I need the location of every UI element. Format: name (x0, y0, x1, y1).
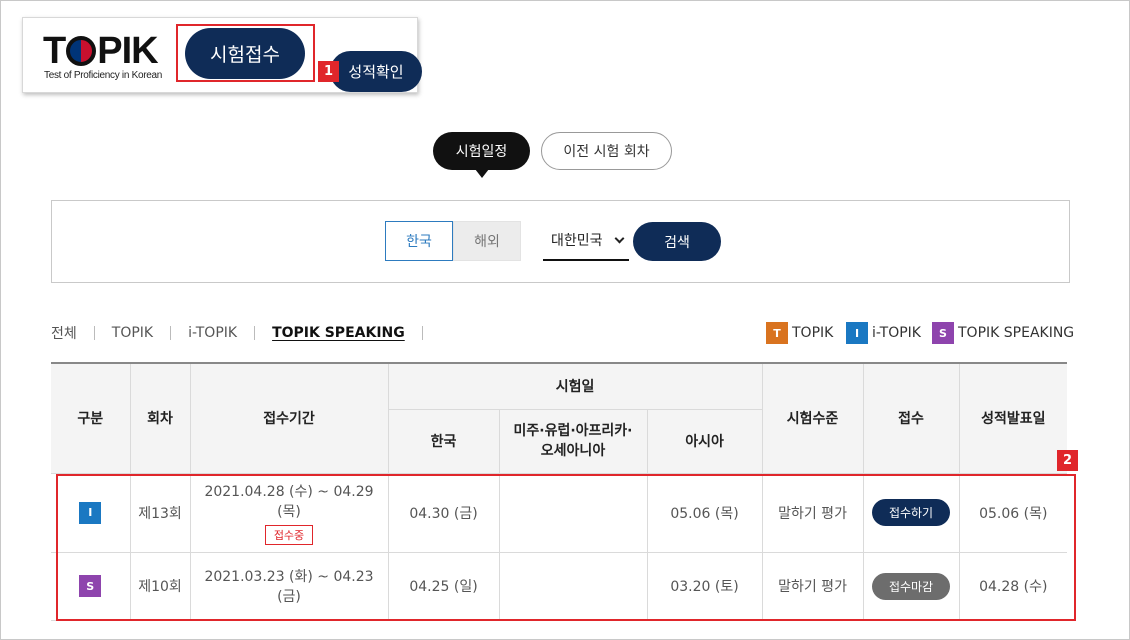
callout-badge-1: 1 (318, 61, 339, 82)
topik-logo[interactable]: T PIK Test of Proficiency in Korean (43, 31, 178, 83)
col-header-type: 구분 (51, 362, 131, 474)
exam-type-filters: 전체 TOPIK i-TOPIK TOPIK SPEAKING (51, 322, 440, 344)
legend-label: TOPIK SPEAKING (958, 325, 1075, 341)
filter-divider (170, 326, 172, 340)
col-header-exam-date: 시험일 (387, 362, 763, 410)
filter-divider (93, 326, 95, 340)
country-select[interactable]: 대한민국 (543, 221, 629, 261)
search-panel: 한국 해외 대한민국 검색 (51, 200, 1070, 283)
tab-pointer-icon (475, 169, 489, 178)
topik-speaking-type-icon: S (932, 322, 954, 344)
col-header-register: 접수 (862, 362, 960, 474)
logo-subtitle: Test of Proficiency in Korean (44, 70, 163, 81)
col-header-asia: 아시아 (646, 408, 763, 474)
callout-box-2 (56, 474, 1076, 621)
region-abroad-toggle[interactable]: 해외 (453, 221, 521, 261)
col-header-level: 시험수준 (761, 362, 864, 474)
legend-label: TOPIK (792, 325, 834, 341)
filter-all[interactable]: 전체 (51, 323, 77, 343)
tab-previous-rounds[interactable]: 이전 시험 회차 (541, 132, 672, 170)
callout-box-1 (176, 24, 315, 82)
chevron-down-icon (614, 233, 625, 243)
i-topik-type-icon: I (846, 322, 868, 344)
filter-i-topik[interactable]: i-TOPIK (188, 325, 237, 341)
tab-exam-schedule[interactable]: 시험일정 (433, 132, 530, 170)
country-select-value: 대한민국 (551, 233, 603, 249)
legend-i-topik: I i-TOPIK (846, 322, 921, 344)
search-button[interactable]: 검색 (633, 222, 721, 261)
topik-type-icon: T (766, 322, 788, 344)
col-header-round: 회차 (129, 362, 191, 474)
filter-divider (254, 326, 256, 340)
region-korea-toggle[interactable]: 한국 (385, 221, 453, 261)
logo-wordmark: T PIK (43, 30, 159, 72)
filter-divider (421, 326, 423, 340)
score-check-button[interactable]: 성적확인 (330, 51, 422, 92)
col-header-results: 성적발표일 (958, 362, 1068, 474)
legend-label: i-TOPIK (872, 325, 921, 341)
col-header-korea: 한국 (388, 408, 500, 474)
filter-topik[interactable]: TOPIK (112, 325, 153, 341)
legend-topik: T TOPIK (766, 322, 833, 344)
taegeuk-icon (66, 36, 97, 66)
filter-topik-speaking[interactable]: TOPIK SPEAKING (272, 325, 405, 341)
callout-badge-2: 2 (1057, 450, 1078, 471)
col-header-americas: 미주·유럽·아프리카·오세아니아 (498, 408, 648, 474)
legend-topik-speaking: S TOPIK SPEAKING (932, 322, 1074, 344)
col-header-period: 접수기간 (189, 362, 389, 474)
